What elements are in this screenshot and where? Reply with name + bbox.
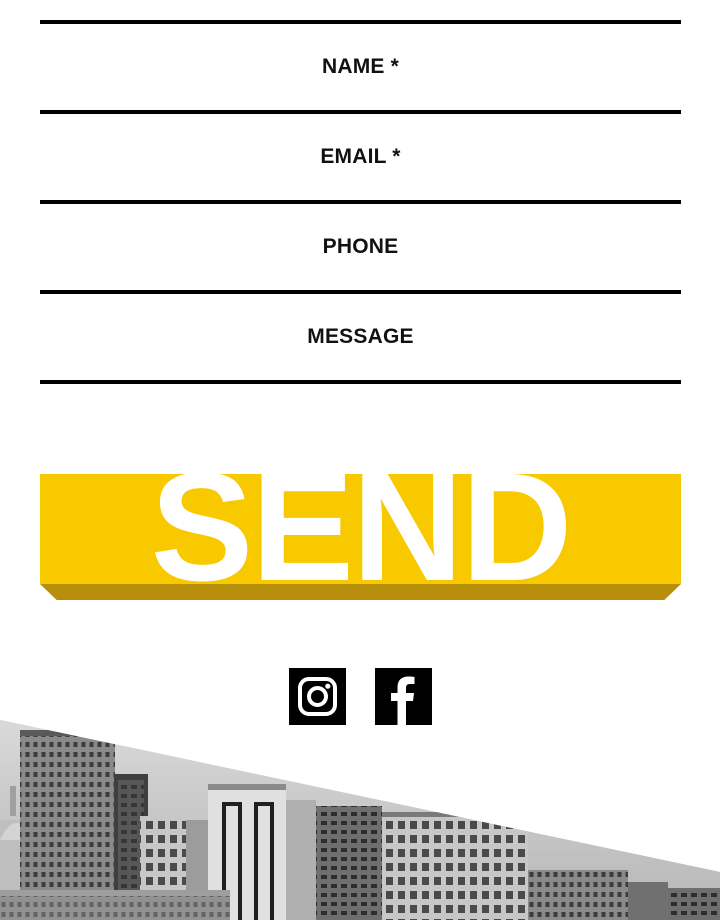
name-field[interactable]: NAME *	[40, 24, 681, 110]
contact-page: NAME * EMAIL * PHONE MESSAGE SEND	[0, 0, 720, 920]
message-field[interactable]: MESSAGE	[40, 294, 681, 380]
instagram-icon	[289, 668, 346, 725]
name-input[interactable]	[40, 24, 681, 110]
email-input[interactable]	[40, 114, 681, 200]
contact-form: NAME * EMAIL * PHONE MESSAGE	[40, 20, 681, 384]
instagram-link[interactable]	[289, 668, 346, 725]
divider	[40, 380, 681, 384]
city-skyline-image	[0, 720, 720, 920]
skyline-illustration	[0, 720, 720, 920]
send-button-shadow	[40, 584, 681, 600]
send-button[interactable]: SEND	[40, 474, 681, 602]
social-links	[289, 668, 432, 725]
facebook-link[interactable]	[375, 668, 432, 725]
send-button-face: SEND	[40, 474, 681, 584]
email-field[interactable]: EMAIL *	[40, 114, 681, 200]
phone-field[interactable]: PHONE	[40, 204, 681, 290]
phone-input[interactable]	[40, 204, 681, 290]
facebook-icon	[375, 668, 432, 725]
message-input[interactable]	[40, 294, 681, 380]
send-button-label: SEND	[150, 474, 573, 584]
